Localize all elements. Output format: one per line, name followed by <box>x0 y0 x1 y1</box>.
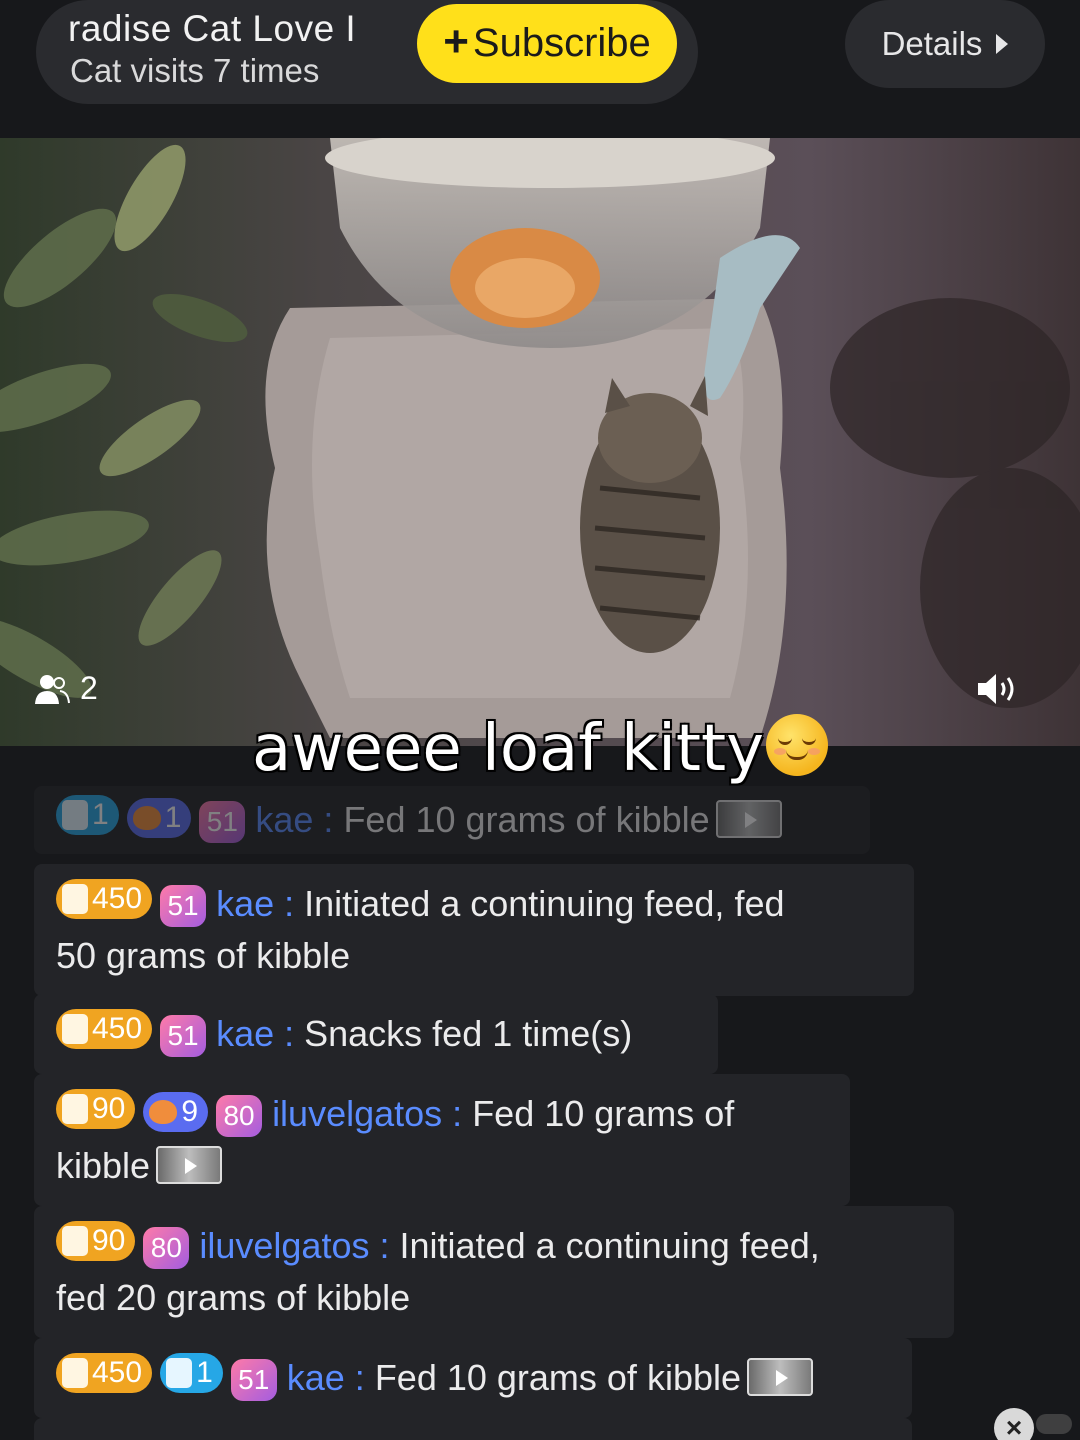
chat-separator: : <box>354 1357 365 1398</box>
chat-text: Fed 10 grams of kibble <box>343 799 710 840</box>
watermark-logo <box>1036 1414 1072 1434</box>
cat-badge: 9 <box>143 1092 209 1132</box>
level-badge: 80 <box>216 1095 263 1137</box>
food-badge: 90 <box>56 1089 136 1129</box>
cat-badge: 1 <box>126 798 192 838</box>
subscribe-button[interactable]: + Subscribe <box>417 4 677 83</box>
details-button[interactable]: Details <box>845 0 1045 88</box>
cat-face-icon <box>132 806 161 830</box>
chat-text-continued: 50 grams of kibble <box>56 935 351 976</box>
chat-separator: : <box>452 1093 463 1134</box>
food-jar-icon <box>62 1226 88 1256</box>
badge-count: 1 <box>196 1356 213 1389</box>
badge-count: 1 <box>164 801 182 834</box>
chat-text: Fed 10 grams of <box>472 1093 735 1134</box>
people-icon <box>35 674 70 704</box>
chat-text: Fed 10 grams of kibble <box>374 1357 741 1398</box>
details-label: Details <box>881 25 983 62</box>
badge-count: 450 <box>92 1356 143 1389</box>
video-frame-image <box>0 138 1080 746</box>
snack-badge: 1 <box>160 1353 223 1393</box>
video-clip-thumbnail[interactable] <box>156 1146 223 1184</box>
food-jar-icon <box>62 884 88 914</box>
badge-count: 9 <box>181 1095 199 1128</box>
badge-count: 450 <box>92 882 143 915</box>
food-jar-icon <box>62 1358 88 1388</box>
badge-count: 90 <box>92 1224 126 1257</box>
level-badge: 80 <box>143 1227 190 1269</box>
volume-button[interactable] <box>976 670 1022 708</box>
food-badge: 450 <box>56 1353 153 1393</box>
chat-separator: : <box>284 883 295 924</box>
chat-text-continued: kibble <box>56 1145 151 1186</box>
channel-subtitle: Cat visits 7 times <box>70 52 320 89</box>
food-jar-icon <box>62 1094 88 1124</box>
cat-face-icon <box>149 1100 178 1124</box>
level-badge: 51 <box>160 1015 207 1057</box>
chat-separator: : <box>284 1013 295 1054</box>
subscribe-label: Subscribe <box>472 21 651 65</box>
chat-username[interactable]: kae <box>255 799 313 840</box>
chat-separator: : <box>379 1225 390 1266</box>
chat-message-partial <box>34 1418 912 1440</box>
video-clip-thumbnail[interactable] <box>747 1358 813 1396</box>
chat-message: 450 1 51 kae: Fed 10 grams of kibble <box>34 1338 912 1418</box>
chat-username[interactable]: kae <box>287 1357 345 1398</box>
plus-icon: + <box>443 16 469 66</box>
chat-message: 450 51 kae: Initiated a continuing feed, fe… <box>34 864 914 996</box>
food-badge: 450 <box>56 879 153 919</box>
chat-message: 90 9 80 iluvelgatos: Fed 10 grams of kibble <box>34 1074 850 1206</box>
level-badge: 51 <box>230 1359 277 1401</box>
level-badge: 51 <box>160 885 207 927</box>
chat-text: Initiated a continuing feed, <box>399 1225 820 1266</box>
chat-text-continued: fed 20 grams of kibble <box>56 1277 411 1318</box>
food-badge: 450 <box>56 1009 153 1049</box>
play-arrow-icon <box>996 34 1009 54</box>
chat-username[interactable]: iluvelgatos <box>272 1093 442 1134</box>
viewer-count-value: 2 <box>80 670 98 706</box>
badge-count: 450 <box>92 1012 143 1045</box>
speaker-icon <box>978 674 1014 704</box>
chat-username[interactable]: kae <box>216 883 274 924</box>
level-badge: 51 <box>199 801 246 843</box>
chat-username[interactable]: iluvelgatos <box>199 1225 369 1266</box>
video-clip-thumbnail[interactable] <box>715 800 782 838</box>
chat-feed[interactable]: 1 1 51 kae: Fed 10 grams of kibble 450 51 kae:… <box>0 746 1080 1440</box>
badge-count: 1 <box>92 798 109 831</box>
food-badge: 90 <box>56 1221 136 1261</box>
channel-title: radise Cat Love I <box>68 8 357 49</box>
snack-badge: 1 <box>56 795 119 835</box>
chat-message: 450 51 kae: Snacks fed 1 time(s) <box>34 994 718 1074</box>
snack-jar-icon <box>166 1358 193 1388</box>
chat-text: Snacks fed 1 time(s) <box>304 1013 633 1054</box>
viewer-count: 2 <box>34 670 98 707</box>
stream-header: radise Cat Love I Cat visits 7 times + S… <box>0 0 1080 138</box>
chat-message: 90 80 iluvelgatos: Initiated a continuing f… <box>34 1206 954 1338</box>
food-jar-icon <box>62 1014 88 1044</box>
close-icon[interactable]: × <box>994 1408 1034 1440</box>
chat-message: 1 1 51 kae: Fed 10 grams of kibble <box>34 786 870 854</box>
chat-separator: : <box>323 799 334 840</box>
badge-count: 90 <box>92 1092 126 1125</box>
snack-jar-icon <box>62 800 88 830</box>
live-video-player[interactable] <box>0 138 1080 746</box>
chat-username[interactable]: kae <box>216 1013 274 1054</box>
chat-text: Initiated a continuing feed, fed <box>304 883 785 924</box>
